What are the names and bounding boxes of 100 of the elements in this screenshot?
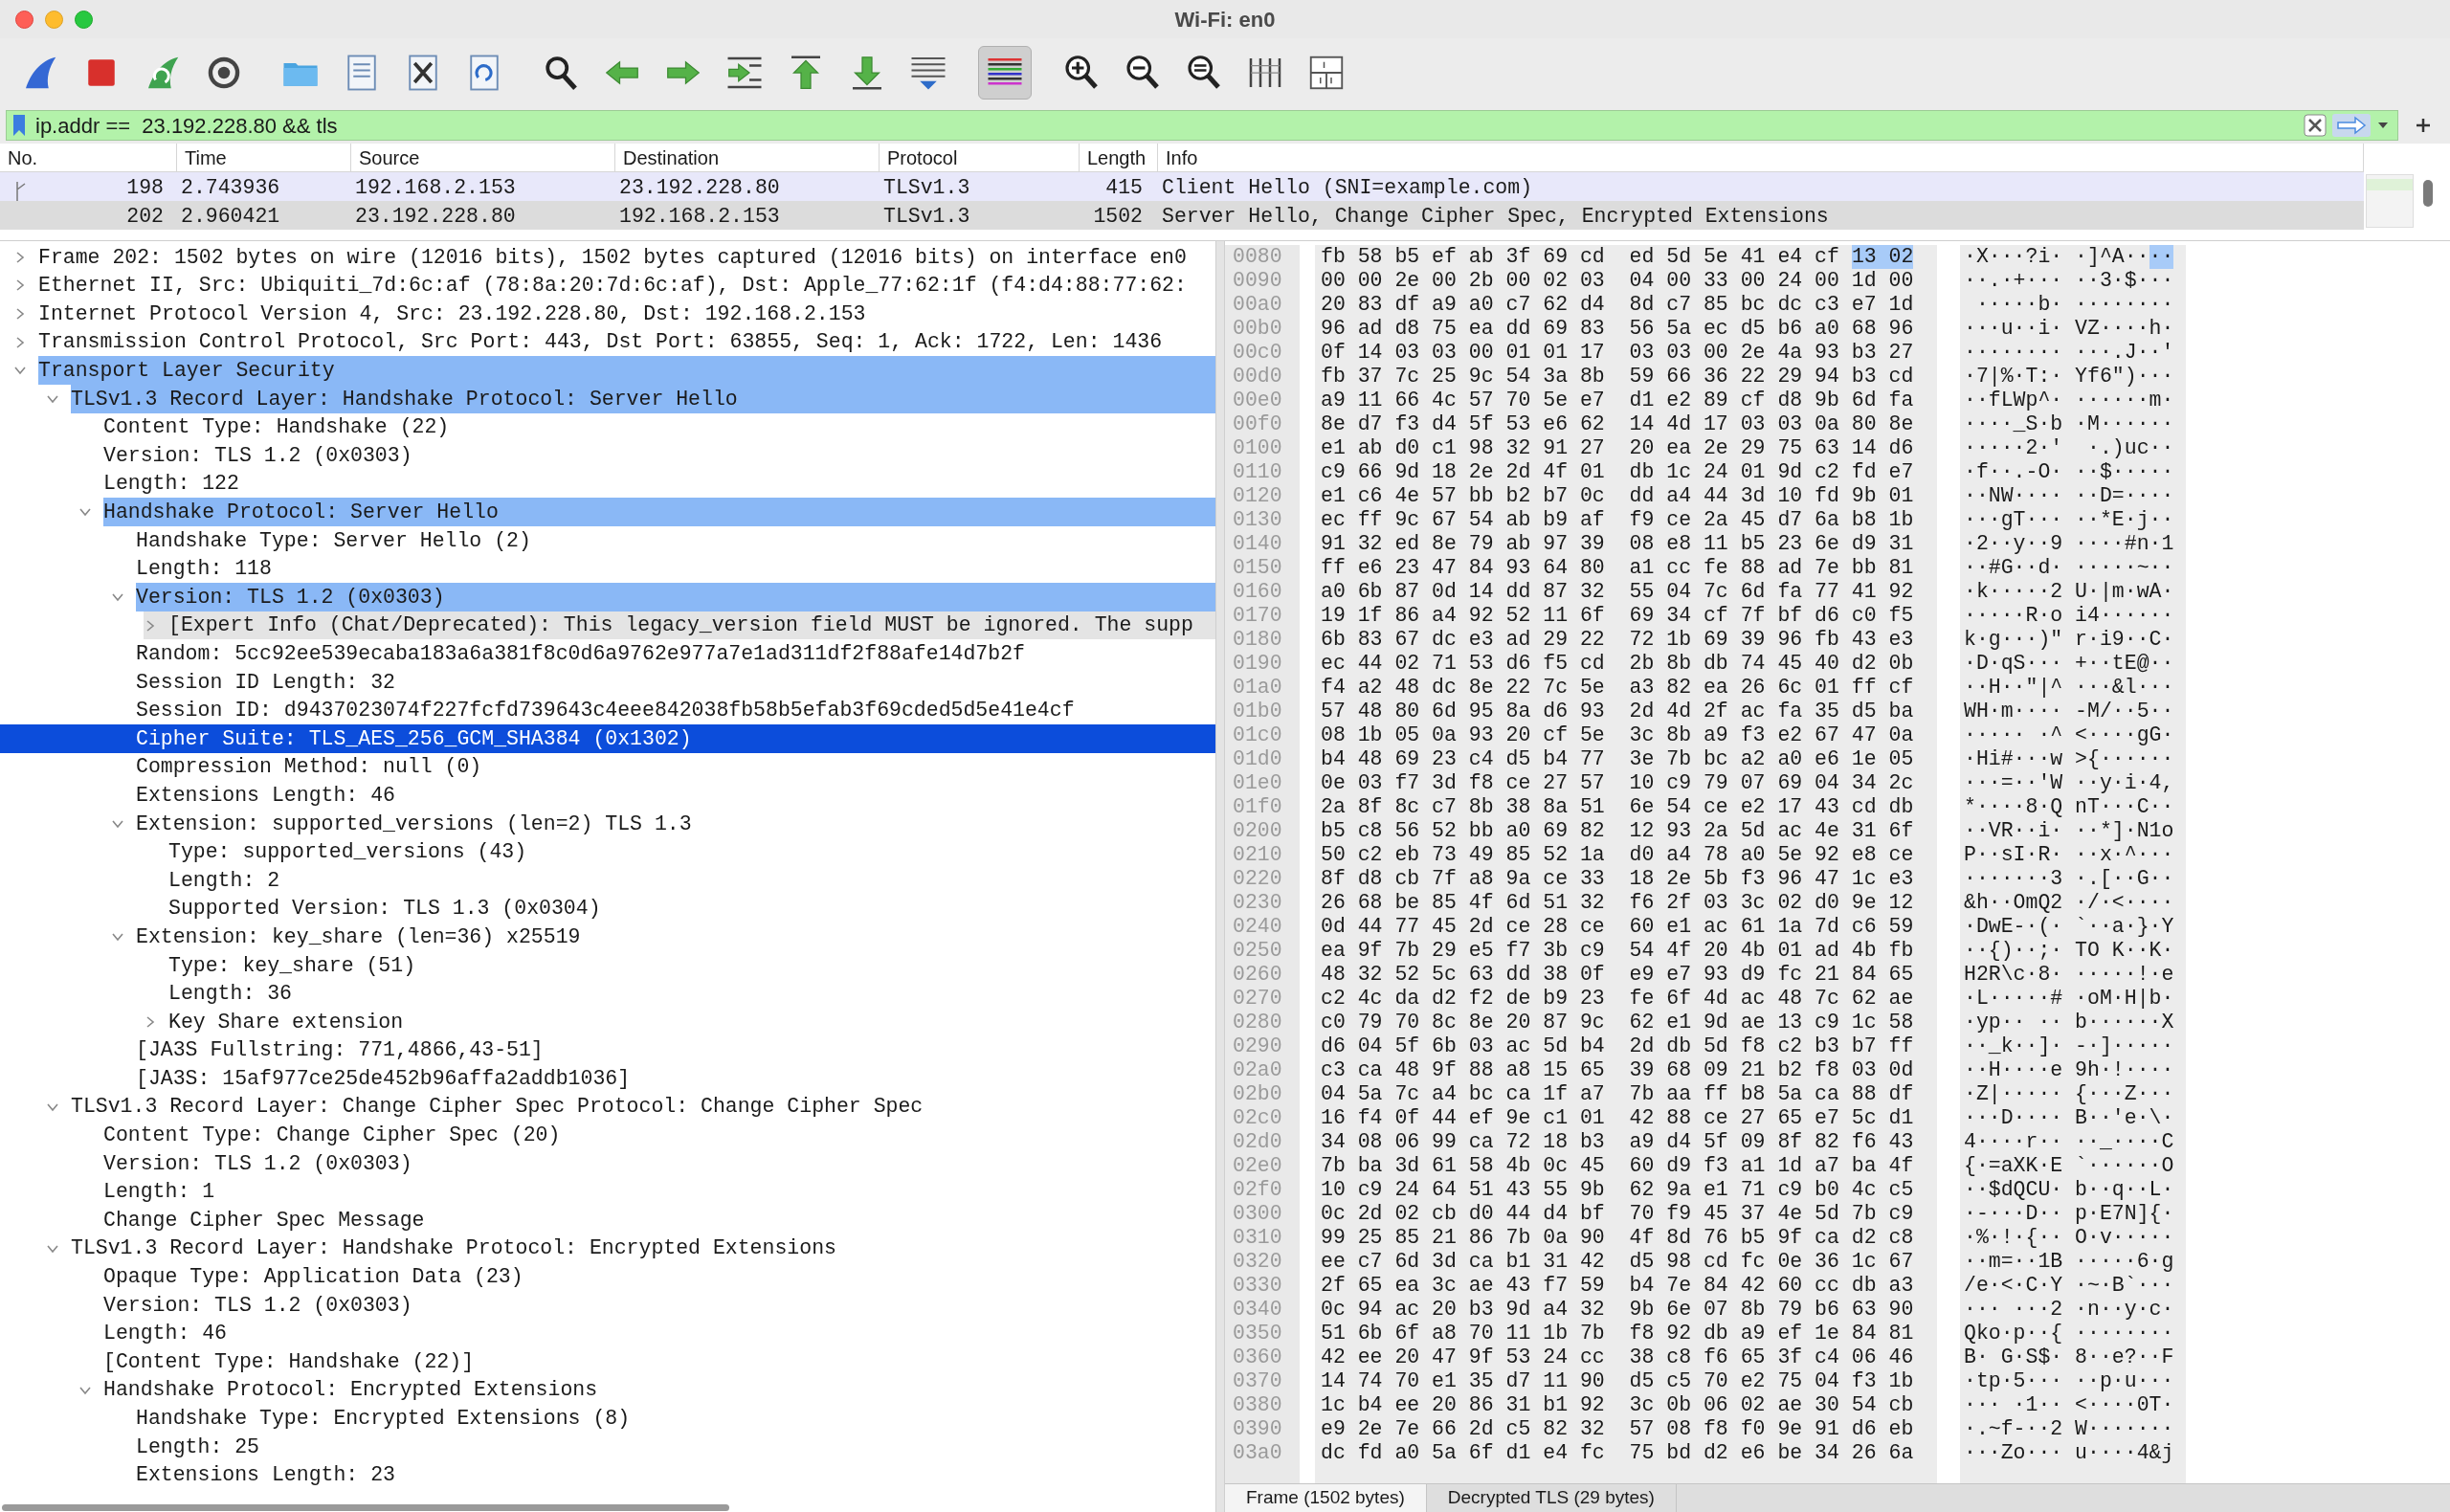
offset-label: 00e0 bbox=[1233, 389, 1282, 412]
table-cell-text: 23.192.228.80 bbox=[354, 204, 517, 230]
tree-item[interactable]: Length: 36 bbox=[168, 979, 1215, 1009]
tree-item[interactable]: Extensions Length: 23 bbox=[136, 1460, 1215, 1490]
tree-item[interactable]: Frame 202: 1502 bytes on wire (12016 bits), 1502 bytes captured (12016 bits) on interface en0 bbox=[38, 243, 1215, 272]
tree-item[interactable]: Handshake Type: Encrypted Extensions (8) bbox=[136, 1404, 1215, 1433]
offset-label: 0110 bbox=[1233, 460, 1282, 484]
hex-bytes: 0e 03 f7 3d f8 ce 27 57 10 c9 79 07 69 04 34 2c bbox=[1321, 771, 1914, 795]
table-cell-text: 2.960421 bbox=[180, 204, 281, 230]
hex-bytes: 10 c9 24 64 51 43 55 9b 62 9a e1 71 c9 b0 4c c5 bbox=[1321, 1178, 1914, 1202]
ascii-text: ···u··i· VZ····h· bbox=[1964, 317, 2174, 341]
tree-item[interactable]: Random: 5cc92ee539ecaba183a6a381f8c0d6a9762e977a7e1ad311df2f88afe14d7b2f bbox=[136, 639, 1215, 668]
ascii-text: ·DwE-·(· `··a·}·Y bbox=[1964, 915, 2174, 939]
offset-label: 0360 bbox=[1233, 1345, 1282, 1369]
ascii-text: ··$dQCU· b··q··L· bbox=[1964, 1178, 2174, 1202]
tree-item[interactable]: Content Type: Change Cipher Spec (20) bbox=[103, 1121, 1215, 1149]
offset-label: 0160 bbox=[1233, 580, 1282, 604]
offset-label: 0150 bbox=[1233, 556, 1282, 580]
hex-bytes: 99 25 85 21 86 7b 0a 90 4f 8d 76 b5 9f ca d2 c8 bbox=[1321, 1226, 1914, 1250]
clear-icon[interactable] bbox=[2304, 114, 2327, 137]
tab[interactable]: Frame (1502 bytes) bbox=[1225, 1484, 1427, 1512]
tree-item[interactable]: Transport Layer Security bbox=[38, 356, 1215, 385]
tree-item[interactable]: TLSv1.3 Record Layer: Change Cipher Spec Protocol: Change Cipher Spec bbox=[71, 1092, 1215, 1122]
packet-row[interactable]: 198 2.743936 192.168.2.153 23.192.228.80 TLSv1.3 415 Client Hello (SNI=example.com) bbox=[0, 172, 2364, 201]
table-cell-text: 2.743936 bbox=[180, 175, 281, 201]
tree-item[interactable]: Version: TLS 1.2 (0x0303) bbox=[103, 1290, 1215, 1320]
tree-item[interactable]: Extensions Length: 46 bbox=[136, 781, 1215, 810]
offset-label: 01c0 bbox=[1233, 723, 1282, 747]
hex-bytes: 0c 94 ac 20 b3 9d a4 32 9b 6e 07 8b 79 b6 63 90 bbox=[1321, 1298, 1914, 1322]
plus-icon[interactable] bbox=[2416, 118, 2431, 133]
offset-label: 0170 bbox=[1233, 604, 1282, 628]
tree-item[interactable]: Version: TLS 1.2 (0x0303) bbox=[136, 583, 1215, 611]
tree-item[interactable]: Length: 122 bbox=[103, 469, 1215, 499]
tree-item[interactable]: Ethernet II, Src: Ubiquiti_7d:6c:af (78:8a:20:7d:6c:af), Dst: Apple_77:62:1f (f4:d4:88:77:62: bbox=[38, 271, 1215, 300]
offset-label: 00d0 bbox=[1233, 365, 1282, 389]
tree-item[interactable]: Type: supported_versions (43) bbox=[168, 837, 1215, 867]
hex-bytes: 48 32 52 5c 63 dd 38 0f e9 e7 93 d9 fc 21 84 65 bbox=[1321, 963, 1914, 987]
offset-label: 00a0 bbox=[1233, 293, 1282, 317]
tree-item[interactable]: TLSv1.3 Record Layer: Handshake Protocol: Server Hello bbox=[71, 384, 1215, 413]
tree-item[interactable]: TLSv1.3 Record Layer: Handshake Protocol: Encrypted Extensions bbox=[71, 1234, 1215, 1263]
filter-field[interactable]: ip.addr == 23.192.228.80 && tls bbox=[6, 110, 2398, 141]
scrollbar[interactable] bbox=[2, 1504, 729, 1511]
offset-label: 0380 bbox=[1233, 1393, 1282, 1417]
offset-label: 0080 bbox=[1233, 245, 1282, 269]
ascii-text: k·g···)" r·i9··C· bbox=[1964, 628, 2174, 652]
offset-label: 0320 bbox=[1233, 1250, 1282, 1274]
minimize-button[interactable] bbox=[45, 11, 63, 29]
ascii-text: /e·<·C·Y ·~·B`··· bbox=[1964, 1274, 2174, 1298]
tree-item[interactable]: [JA3S Fullstring: 771,4866,43-51] bbox=[136, 1035, 1215, 1065]
ascii-text: ········ ···.J··' bbox=[1964, 341, 2174, 365]
tree-item[interactable]: Opaque Type: Application Data (23) bbox=[103, 1262, 1215, 1291]
tree-item[interactable]: Transmission Control Protocol, Src Port: 443, Dst Port: 63855, Seq: 1, Ack: 1722, Len: 1436 bbox=[38, 327, 1215, 357]
tree-item[interactable]: Extension: key_share (len=36) x25519 bbox=[136, 923, 1215, 951]
tree-item[interactable]: Handshake Type: Server Hello (2) bbox=[136, 525, 1215, 555]
ascii-text: ·f··.-O· ··$····· bbox=[1964, 460, 2174, 484]
offset-label: 0230 bbox=[1233, 891, 1282, 915]
hex-bytes: c3 ca 48 9f 88 a8 15 65 39 68 09 21 b2 f8 03 0d bbox=[1321, 1058, 1914, 1082]
tree-item[interactable]: Supported Version: TLS 1.3 (0x0304) bbox=[168, 894, 1215, 923]
tree-item[interactable]: Key Share extension bbox=[168, 1008, 1215, 1036]
zoom-button[interactable] bbox=[75, 11, 93, 29]
bookmark-icon[interactable] bbox=[12, 114, 26, 137]
tree-item[interactable]: Session ID Length: 32 bbox=[136, 667, 1215, 697]
hex-bytes: 96 ad d8 75 ea dd 69 83 56 5a ec d5 b6 a0 68 96 bbox=[1321, 317, 1914, 341]
hex-bytes: 57 48 80 6d 95 8a d6 93 2d 4d 2f ac fa 35 d5 ba bbox=[1321, 700, 1914, 723]
tree-item[interactable]: [Content Type: Handshake (22)] bbox=[103, 1347, 1215, 1376]
offset-label: 0130 bbox=[1233, 508, 1282, 532]
tree-item[interactable]: Change Cipher Spec Message bbox=[103, 1206, 1215, 1234]
tree-item[interactable]: Handshake Protocol: Server Hello bbox=[103, 498, 1215, 526]
table-cell-text: Client Hello (SNI=example.com) bbox=[1161, 175, 1534, 201]
tree-item[interactable]: Length: 25 bbox=[136, 1432, 1215, 1461]
offset-label: 0300 bbox=[1233, 1202, 1282, 1226]
tree-item[interactable]: [JA3S: 15af977ce25de452b96affa2addb1036] bbox=[136, 1064, 1215, 1093]
dropdown-caret-icon[interactable] bbox=[2376, 121, 2390, 130]
close-button[interactable] bbox=[15, 11, 33, 29]
offset-label: 0370 bbox=[1233, 1369, 1282, 1393]
ascii-text: ···Zo··· u····4&j bbox=[1964, 1441, 2174, 1465]
tree-item[interactable]: Compression Method: null (0) bbox=[136, 752, 1215, 782]
ascii-text: ····_S·b ·M······ bbox=[1964, 412, 2174, 436]
hex-bytes: c9 66 9d 18 2e 2d 4f 01 db 1c 24 01 9d c2 fd e7 bbox=[1321, 460, 1914, 484]
tree-item[interactable]: Content Type: Handshake (22) bbox=[103, 412, 1215, 442]
tree-item[interactable]: Length: 1 bbox=[103, 1177, 1215, 1207]
packet-row[interactable]: 202 2.960421 23.192.228.80 192.168.2.153 TLSv1.3 1502 Server Hello, Change Cipher Spec, Encrypted Extensions bbox=[0, 201, 2364, 230]
tree-item[interactable]: Length: 2 bbox=[168, 866, 1215, 895]
tree-item[interactable]: Session ID: d9437023074f227fcfd739643c4eee842038fb58b5efab3f69cded5d5e41e4cf bbox=[136, 696, 1215, 725]
offset-label: 0390 bbox=[1233, 1417, 1282, 1441]
tree-item[interactable]: Extension: supported_versions (len=2) TLS 1.3 bbox=[136, 809, 1215, 838]
hex-bytes: b5 c8 56 52 bb a0 69 82 12 93 2a 5d ac 4e 31 6f bbox=[1321, 819, 1914, 843]
hex-bytes: 51 6b 6f a8 70 11 1b 7b f8 92 db a9 ef 1e 84 81 bbox=[1321, 1322, 1914, 1345]
tree-item[interactable]: Internet Protocol Version 4, Src: 23.192.228.80, Dst: 192.168.2.153 bbox=[38, 300, 1215, 328]
scrollbar[interactable] bbox=[2423, 180, 2433, 207]
tree-item[interactable]: Version: TLS 1.2 (0x0303) bbox=[103, 441, 1215, 470]
colorize-icon[interactable] bbox=[978, 46, 1032, 100]
tree-item[interactable]: Length: 46 bbox=[103, 1319, 1215, 1348]
hex-bytes: c0 79 70 8c 8e 20 87 9c 62 e1 9d ae 13 c9 1c 58 bbox=[1321, 1011, 1914, 1034]
tree-item[interactable]: Length: 118 bbox=[136, 554, 1215, 584]
tree-item[interactable]: Handshake Protocol: Encrypted Extensions bbox=[103, 1375, 1215, 1405]
table-cell-text: 202 bbox=[125, 204, 165, 230]
tree-item[interactable]: Version: TLS 1.2 (0x0303) bbox=[103, 1149, 1215, 1178]
table-cell-text: 192.168.2.153 bbox=[354, 175, 517, 201]
tree-item[interactable]: Type: key_share (51) bbox=[168, 950, 1215, 980]
